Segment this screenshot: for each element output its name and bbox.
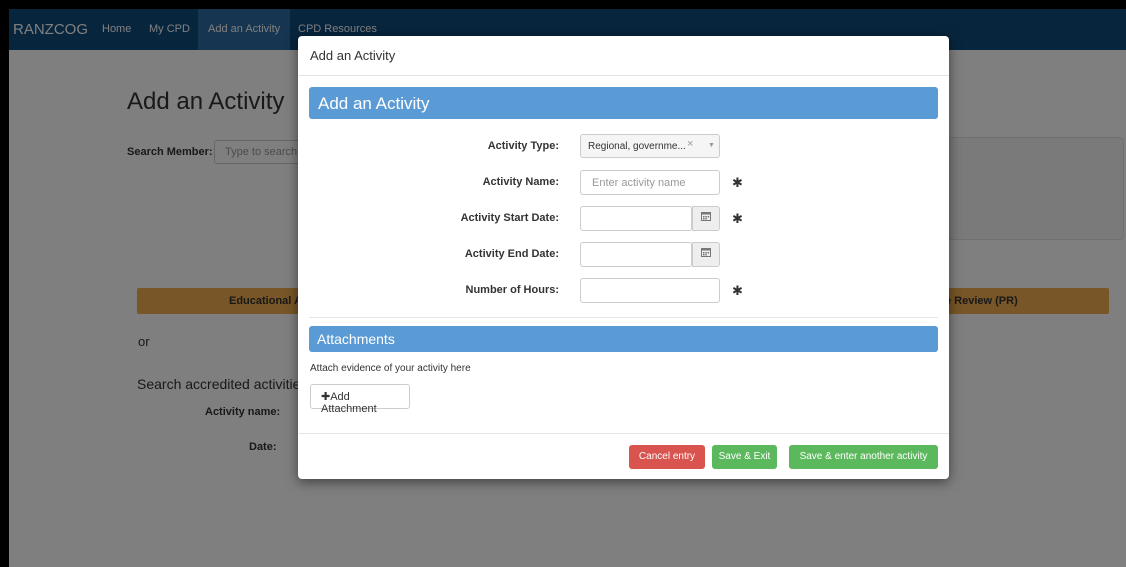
clear-icon[interactable]: × <box>687 138 693 150</box>
activity-type-select[interactable]: Regional, governme... × ▼ <box>580 134 720 158</box>
modal-header: Add an Activity <box>298 36 949 76</box>
activity-name-placeholder: Enter activity name <box>592 177 686 189</box>
end-date-input[interactable] <box>580 242 692 267</box>
section-header: Add an Activity <box>309 87 938 119</box>
section-title: Add an Activity <box>318 94 430 113</box>
add-activity-modal: Add an Activity Add an Activity Activity… <box>298 36 949 479</box>
end-date-label: Activity End Date: <box>464 248 559 260</box>
attachments-title: Attachments <box>317 331 395 347</box>
required-icon: ✱ <box>732 175 743 190</box>
required-icon: ✱ <box>732 211 743 226</box>
cancel-entry-button[interactable]: Cancel entry <box>629 445 705 469</box>
browser-viewport: RANZCOG Home My CPD Add an Activity CPD … <box>9 9 1126 567</box>
attachments-help-text: Attach evidence of your activity here <box>310 363 471 374</box>
hours-label: Number of Hours: <box>465 284 560 296</box>
attachments-header: Attachments <box>309 326 938 352</box>
add-attachment-button[interactable]: ✚Add Attachment <box>310 384 410 415</box>
divider <box>309 317 938 318</box>
activity-name-input[interactable]: Enter activity name <box>580 170 720 195</box>
modal-footer: Cancel entry Save & Exit Save & enter an… <box>298 433 949 479</box>
hours-input[interactable] <box>580 278 720 303</box>
calendar-icon[interactable] <box>692 206 720 231</box>
chevron-down-icon[interactable]: ▼ <box>708 142 715 149</box>
activity-type-label: Activity Type: <box>487 140 559 152</box>
modal-title: Add an Activity <box>310 48 396 63</box>
save-exit-button[interactable]: Save & Exit <box>712 445 777 469</box>
save-another-button[interactable]: Save & enter another activity <box>789 445 938 469</box>
required-icon: ✱ <box>732 283 743 298</box>
activity-type-value: Regional, governme... <box>588 141 686 152</box>
start-date-input[interactable] <box>580 206 692 231</box>
calendar-icon[interactable] <box>692 242 720 267</box>
start-date-label: Activity Start Date: <box>460 212 559 224</box>
activity-name-label: Activity Name: <box>482 176 559 188</box>
